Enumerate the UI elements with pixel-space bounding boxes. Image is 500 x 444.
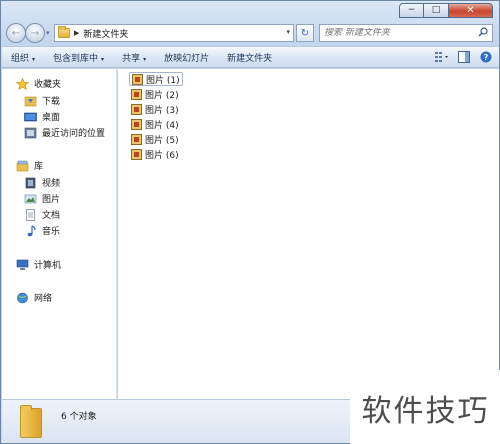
sidebar-item-label: 文档	[42, 211, 61, 221]
organize-label: 组织	[11, 53, 30, 64]
help-button[interactable]: ?	[479, 50, 493, 64]
back-button[interactable]: ←	[6, 23, 26, 43]
sidebar-item-libraries[interactable]: 库	[16, 159, 43, 172]
preview-pane-icon	[458, 51, 470, 63]
file-name: 图片 (5)	[145, 135, 179, 146]
music-note-icon	[27, 224, 36, 236]
sidebar-item-label: 最近访问的位置	[42, 129, 106, 139]
sidebar-item-documents[interactable]: 文档	[24, 208, 60, 221]
sidebar-item-label: 库	[34, 162, 44, 172]
videos-icon	[25, 177, 36, 188]
share-menu[interactable]: 共享 ▾	[113, 51, 155, 64]
refresh-button[interactable]: ↻	[296, 24, 314, 42]
include-in-library-menu[interactable]: 包含到库中 ▾	[44, 51, 113, 64]
sidebar-item-downloads[interactable]: 下载	[24, 94, 60, 107]
navigation-pane: 收藏夹 下载 桌面 最近访问的位置 库 视频 图片 文档 音乐 计算机 网络	[2, 69, 117, 399]
file-name: 图片 (4)	[145, 120, 179, 131]
view-options-icon	[435, 52, 448, 62]
image-file-icon	[131, 133, 142, 145]
list-item[interactable]: 图片 (2)	[129, 87, 181, 101]
search-icon[interactable]	[478, 27, 488, 37]
network-icon	[17, 292, 28, 303]
sidebar-item-label: 音乐	[42, 227, 61, 237]
forward-arrow-icon: →	[30, 27, 40, 39]
file-name: 图片 (1)	[146, 75, 180, 86]
sidebar-item-label: 视频	[42, 179, 61, 189]
file-name: 图片 (3)	[145, 105, 179, 116]
downloads-folder-icon	[24, 96, 37, 106]
sidebar-item-computer[interactable]: 计算机	[16, 258, 61, 271]
file-name: 图片 (2)	[145, 90, 179, 101]
sidebar-item-recent-places[interactable]: 最近访问的位置	[24, 126, 105, 139]
sidebar-item-network[interactable]: 网络	[16, 291, 52, 304]
list-item[interactable]: 图片 (1)	[129, 72, 183, 86]
close-button[interactable]: ✕	[449, 3, 493, 18]
breadcrumb-separator-icon[interactable]: ▶	[74, 29, 79, 37]
view-options-button[interactable]	[435, 50, 449, 64]
image-file-icon	[131, 88, 142, 100]
chevron-down-icon: ▾	[32, 55, 36, 63]
image-file-icon	[131, 148, 142, 160]
caption-buttons: − □ ✕	[399, 3, 493, 18]
image-file-icon	[132, 73, 143, 85]
chevron-down-icon: ▾	[101, 55, 105, 63]
sidebar-item-label: 图片	[42, 195, 61, 205]
search-box[interactable]	[319, 24, 493, 42]
folder-icon	[58, 26, 70, 38]
image-file-icon	[131, 118, 142, 130]
chevron-down-icon: ▾	[143, 55, 147, 63]
share-label: 共享	[122, 53, 141, 64]
sidebar-item-label: 计算机	[34, 261, 62, 271]
command-bar: 组织 ▾ 包含到库中 ▾ 共享 ▾ 放映幻灯片 新建文件夹 ?	[2, 46, 499, 68]
item-count: 6 个对象	[61, 412, 97, 422]
recent-places-icon	[24, 127, 37, 138]
list-item[interactable]: 图片 (5)	[129, 132, 181, 146]
sidebar-item-label: 网络	[34, 294, 53, 304]
search-input[interactable]	[324, 28, 474, 38]
sidebar-item-music[interactable]: 音乐	[24, 224, 60, 237]
desktop-icon	[24, 112, 37, 121]
image-file-icon	[131, 103, 142, 115]
watermark: 软件技巧	[350, 370, 500, 444]
new-folder-button[interactable]: 新建文件夹	[218, 51, 281, 64]
library-icon	[16, 160, 29, 171]
preview-pane-button[interactable]	[457, 50, 471, 64]
slideshow-button[interactable]: 放映幻灯片	[155, 51, 218, 64]
forward-button[interactable]: →	[25, 23, 45, 43]
star-icon	[16, 77, 29, 90]
minimize-button[interactable]: −	[399, 3, 424, 18]
file-name: 图片 (6)	[145, 150, 179, 161]
list-item[interactable]: 图片 (3)	[129, 102, 181, 116]
computer-icon	[16, 259, 29, 270]
maximize-button[interactable]: □	[424, 3, 449, 18]
explorer-window: − □ ✕ ← → ▾ ▶ 新建文件夹 ▾ ↻ 组织▾ 包含到库中▾ 共享▾ 放…	[0, 0, 500, 444]
sidebar-item-desktop[interactable]: 桌面	[24, 110, 60, 123]
recent-pages-dropdown[interactable]: ▾	[46, 29, 50, 37]
sidebar-item-videos[interactable]: 视频	[24, 176, 60, 189]
sidebar-item-label: 收藏夹	[34, 80, 62, 90]
pictures-icon	[24, 194, 37, 203]
toolbar-right-group: ?	[435, 50, 493, 64]
file-list: 图片 (1) 图片 (2) 图片 (3) 图片 (4) 图片 (5) 图片 (6…	[118, 69, 499, 399]
sidebar-item-label: 下载	[42, 97, 61, 107]
sidebar-item-label: 桌面	[42, 113, 61, 123]
documents-icon	[26, 208, 35, 221]
include-in-library-label: 包含到库中	[53, 53, 99, 64]
organize-menu[interactable]: 组织 ▾	[2, 51, 44, 64]
folder-icon	[20, 405, 42, 438]
watermark-text: 软件技巧	[361, 393, 490, 429]
refresh-icon: ↻	[300, 27, 310, 39]
back-arrow-icon: ←	[11, 27, 21, 39]
address-history-dropdown[interactable]: ▾	[286, 28, 290, 36]
list-item[interactable]: 图片 (4)	[129, 117, 181, 131]
list-item[interactable]: 图片 (6)	[129, 147, 181, 161]
sidebar-item-favorites[interactable]: 收藏夹	[16, 77, 61, 90]
breadcrumb-current-folder[interactable]: 新建文件夹	[83, 27, 128, 40]
address-bar[interactable]: ▶ 新建文件夹 ▾	[54, 24, 294, 42]
help-glyph: ?	[483, 52, 489, 62]
sidebar-item-pictures[interactable]: 图片	[24, 192, 60, 205]
